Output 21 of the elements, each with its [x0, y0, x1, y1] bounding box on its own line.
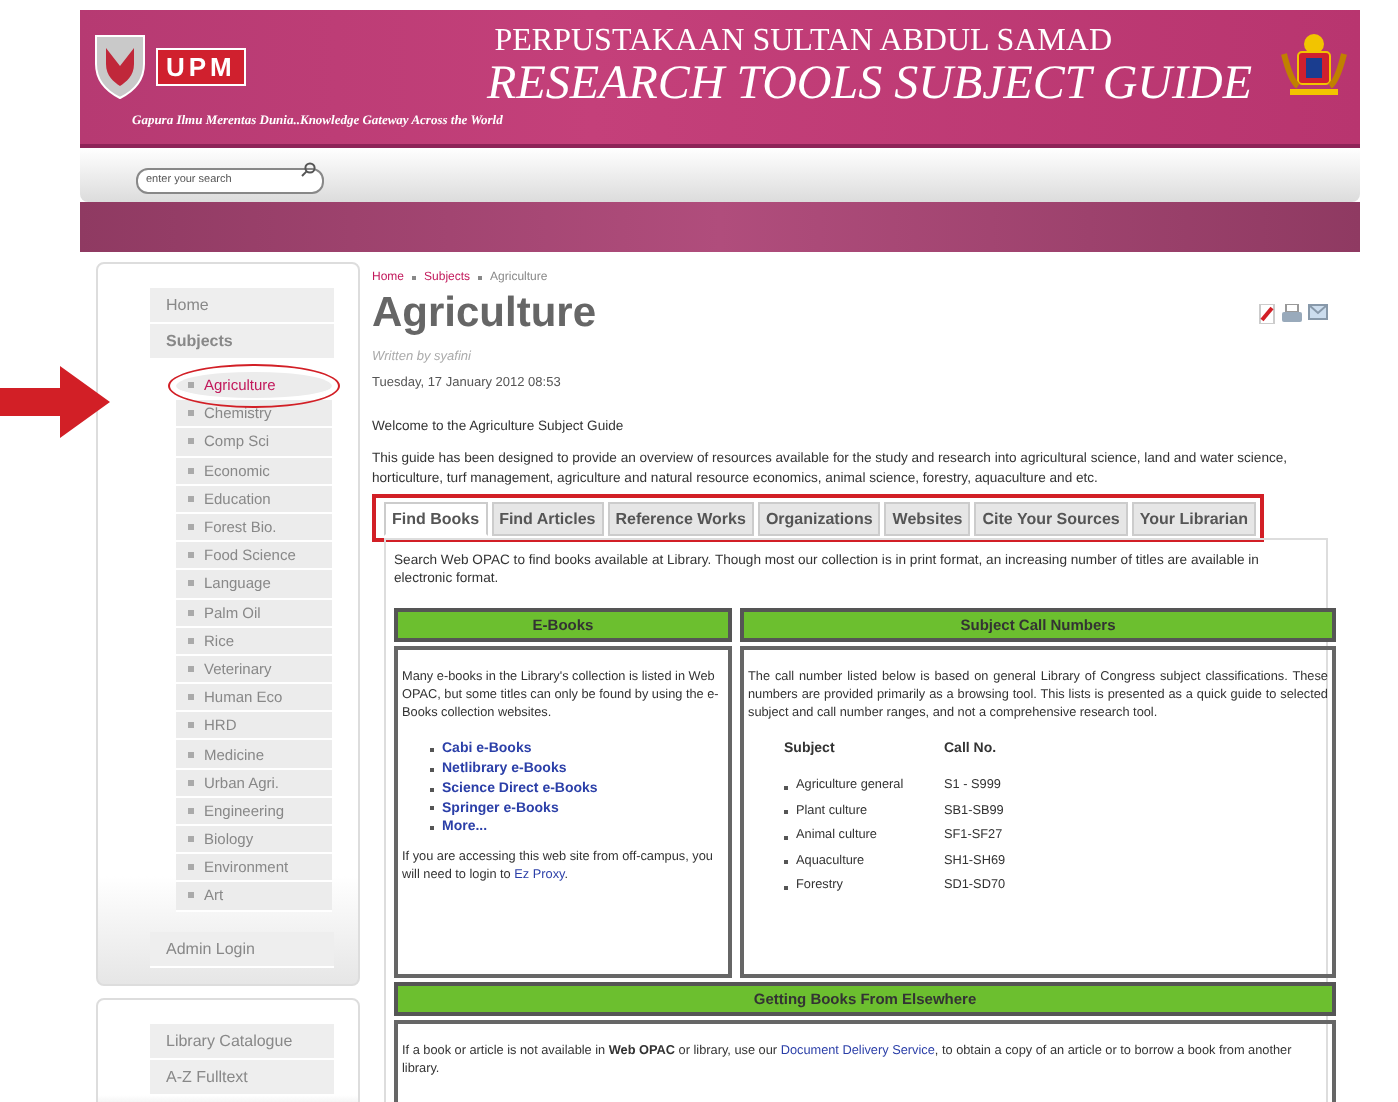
- tab[interactable]: Reference Works: [607, 501, 754, 536]
- header-title: PERPUSTAKAAN SULTAN ABDUL SAMAD: [494, 23, 1112, 59]
- search-icon: [300, 162, 316, 179]
- tab[interactable]: Find Articles: [491, 501, 604, 536]
- tab[interactable]: Find Books: [384, 501, 488, 536]
- logo-text: UPM: [156, 47, 246, 86]
- menu-item[interactable]: A-Z Fulltext: [150, 1059, 334, 1096]
- shield-logo-icon: [92, 32, 148, 101]
- email-icon[interactable]: [1308, 304, 1328, 320]
- menu-item[interactable]: Library Catalogue: [150, 1023, 334, 1060]
- print-icon[interactable]: [1282, 304, 1302, 324]
- pdf-icon[interactable]: [1258, 304, 1276, 324]
- tab[interactable]: Cite Your Sources: [974, 501, 1128, 536]
- header-subtitle: RESEARCH TOOLS SUBJECT GUIDE: [487, 58, 1252, 111]
- tab[interactable]: Websites: [884, 501, 971, 536]
- tab[interactable]: Your Librarian: [1131, 501, 1256, 536]
- admin-login-link[interactable]: Admin Login: [150, 931, 334, 968]
- menu-item[interactable]: Subjects: [150, 324, 334, 360]
- menu-item[interactable]: Home: [150, 288, 334, 324]
- page-title: Agriculture: [372, 290, 597, 338]
- tab[interactable]: Organizations: [757, 501, 881, 536]
